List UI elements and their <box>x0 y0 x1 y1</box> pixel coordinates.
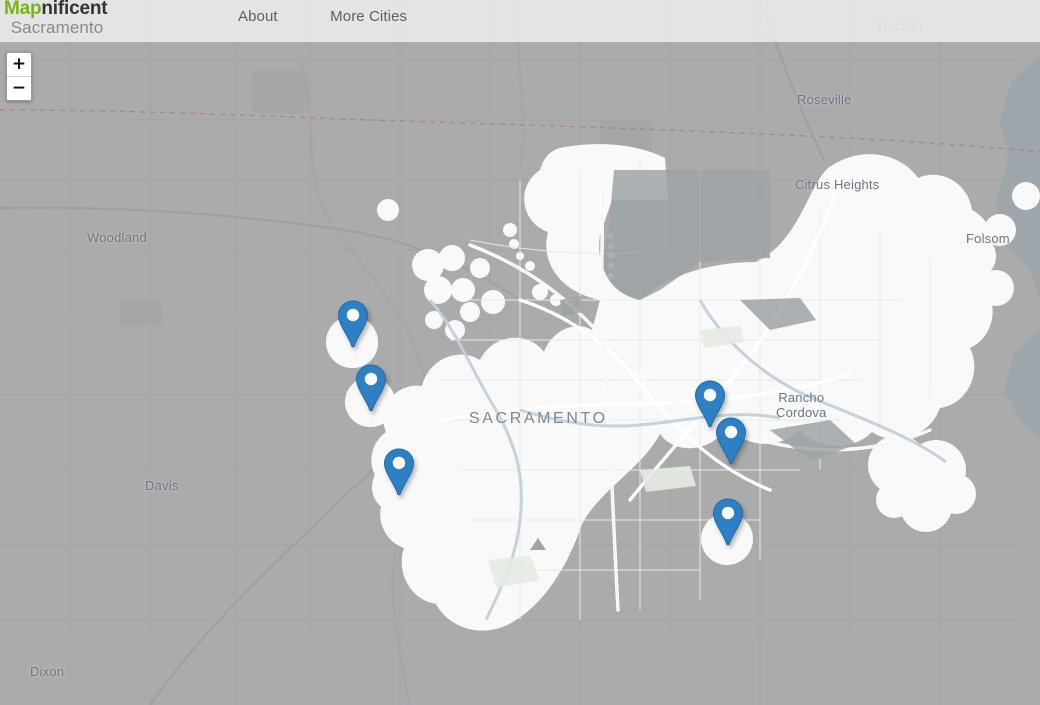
zoom-in-button[interactable]: + <box>7 53 31 77</box>
map-marker-2[interactable] <box>354 364 388 412</box>
logo-wordmark: Mapnificent <box>4 0 108 19</box>
nav-link-more-cities[interactable]: More Cities <box>330 8 407 25</box>
logo-city-name: Sacramento <box>10 18 104 37</box>
app-header: Mapnificent Sacramento About More Cities <box>0 0 1040 42</box>
main-nav: About More Cities <box>238 8 455 26</box>
logo-nificent-text: nificent <box>41 0 108 19</box>
app-logo[interactable]: Mapnificent Sacramento <box>4 0 108 37</box>
map-graphics <box>0 0 1040 705</box>
map-marker-6[interactable] <box>711 498 745 546</box>
zoom-out-button[interactable]: − <box>7 77 31 100</box>
map-marker-1[interactable] <box>336 300 370 348</box>
logo-map-text: Map <box>4 0 42 19</box>
map-marker-5[interactable] <box>714 417 748 465</box>
nav-link-about[interactable]: About <box>238 8 278 25</box>
map-marker-3[interactable] <box>382 448 416 496</box>
zoom-controls[interactable]: + − <box>6 52 32 101</box>
map-canvas[interactable]: Rocklin Roseville Citrus Heights Folsom … <box>0 0 1040 705</box>
